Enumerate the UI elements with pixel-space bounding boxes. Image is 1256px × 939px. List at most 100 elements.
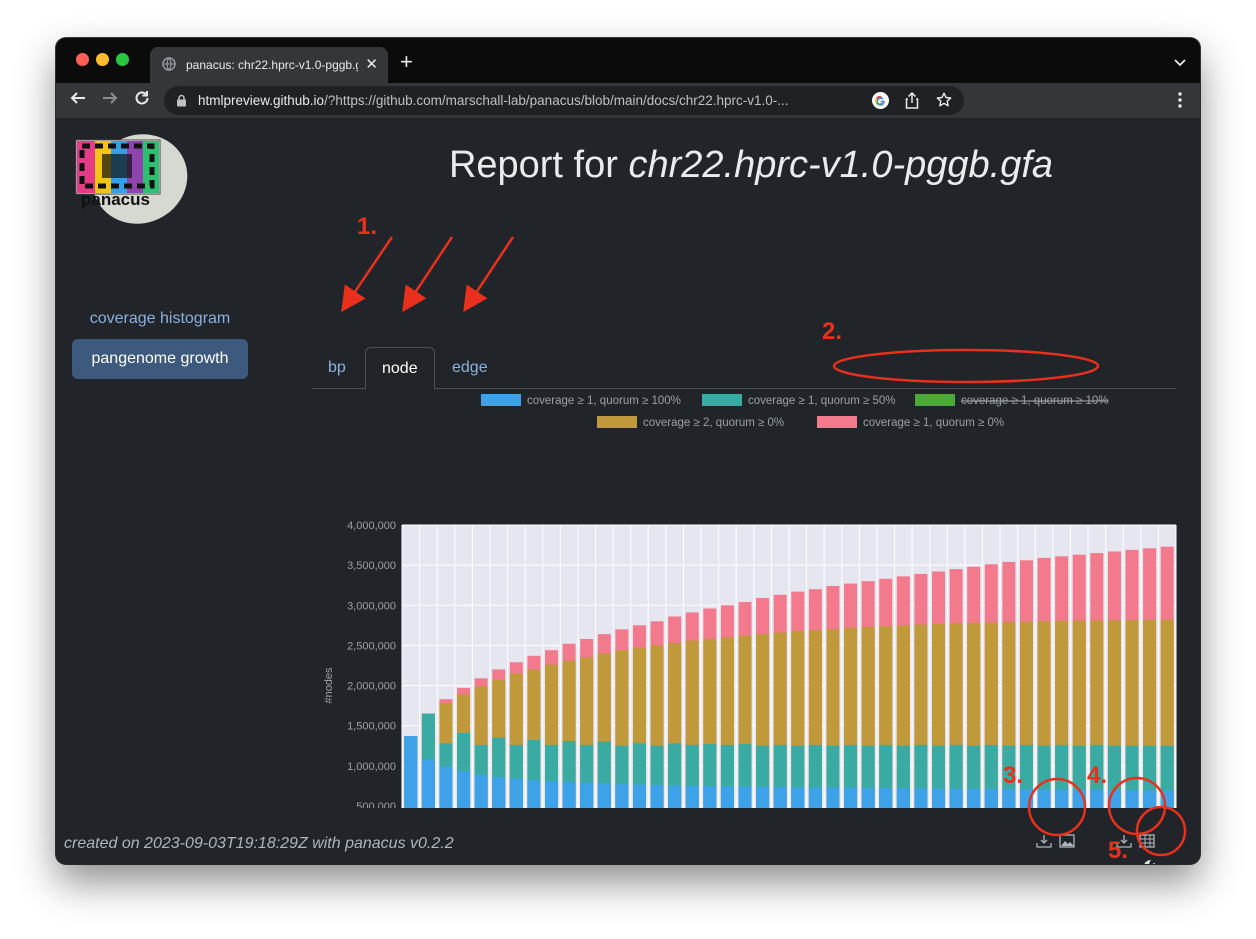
legend-label: coverage ≥ 1, quorum ≥ 50% <box>748 395 896 407</box>
bar-cov1-q100 <box>914 788 928 808</box>
legend-swatch <box>817 416 857 428</box>
bar-cov1-q100 <box>580 782 594 808</box>
y-tick-label: 3,000,000 <box>347 600 396 612</box>
panacus-logo[interactable]: panacus <box>72 132 192 228</box>
download-image-icon[interactable] <box>1036 834 1052 853</box>
bar-cov1-q100 <box>668 785 682 808</box>
bar-cov1-q100 <box>949 788 963 808</box>
lock-icon[interactable] <box>176 94 187 110</box>
bar-cov1-q100 <box>632 784 646 808</box>
tab-bp[interactable]: bp <box>312 347 362 389</box>
bar-cov1-q100 <box>562 781 576 808</box>
close-window-button[interactable] <box>76 53 89 66</box>
title-filename: chr22.hprc-v1.0-pggb.gfa <box>628 144 1054 186</box>
download-table-icon[interactable] <box>1116 834 1132 853</box>
bar-cov1-q100 <box>808 787 822 808</box>
browser-toolbar: htmlpreview.github.io/?https://github.co… <box>56 83 1200 118</box>
page-title: Report for chr22.hprc-v1.0-pggb.gfa <box>306 144 1196 187</box>
legend-swatch <box>597 416 637 428</box>
minimize-window-button[interactable] <box>96 53 109 66</box>
bar-cov1-q100 <box>773 787 787 808</box>
bar-cov1-q100 <box>492 776 506 808</box>
bar-cov1-q100 <box>791 787 805 808</box>
y-tick-label: 1,500,000 <box>347 721 396 733</box>
bar-cov1-q100 <box>1125 790 1139 808</box>
bar-cov1-q100 <box>720 786 734 808</box>
title-prefix: Report for <box>448 144 629 186</box>
y-tick-label: 2,500,000 <box>347 640 396 652</box>
bar-cov1-q100 <box>932 788 946 808</box>
bar-cov1-q100 <box>457 771 471 808</box>
legend-label: coverage ≥ 1, quorum ≥ 0% <box>863 417 1004 429</box>
close-tab-icon[interactable]: ✕ <box>365 55 378 73</box>
bar-cov1-q100 <box>826 787 840 808</box>
legend-swatch <box>915 394 955 406</box>
globe-icon <box>162 57 176 74</box>
reload-icon[interactable] <box>134 90 150 110</box>
bar-cov1-q100 <box>1072 789 1086 808</box>
y-axis-label: #nodes <box>323 667 335 704</box>
legend-label: coverage ≥ 2, quorum ≥ 0% <box>643 417 784 429</box>
bar-cov1-q100 <box>861 787 875 808</box>
footer-created: created on 2023-09-03T19:18:29Z with pan… <box>64 835 454 852</box>
bar-cov1-q100 <box>527 780 541 808</box>
menu-kebab-icon[interactable] <box>1178 92 1182 113</box>
bar-cov1-q100 <box>439 766 453 808</box>
bar-cov1-q100 <box>738 786 752 808</box>
y-tick-label: 2,000,000 <box>347 681 396 693</box>
nav-coverage-histogram[interactable]: coverage histogram <box>72 299 248 339</box>
url-path: /?https://github.com/marschall-lab/panac… <box>324 93 789 108</box>
bar-cov1-q100 <box>1090 789 1104 808</box>
y-tick-label: 1,000,000 <box>347 761 396 773</box>
tab-title: panacus: chr22.hprc-v1.0-pggb.gfa <box>186 58 358 72</box>
bar-cov1-q100 <box>421 759 435 808</box>
growth-tabs: bp node edge <box>312 347 1176 390</box>
bar-cov1-q100 <box>685 785 699 808</box>
y-tick-label: 3,500,000 <box>347 560 396 572</box>
report-page: panacus coverage histogram pangenome gro… <box>56 118 1200 864</box>
browser-tab[interactable]: panacus: chr22.hprc-v1.0-pggb.gfa ✕ <box>150 47 388 83</box>
bar-cov1-q100 <box>984 789 998 808</box>
share-icon[interactable] <box>904 91 920 112</box>
tab-edge[interactable]: edge <box>436 347 504 389</box>
image-icon[interactable] <box>1059 834 1075 853</box>
pangenome-growth-chart: coverage ≥ 1, quorum ≥ 100% coverage ≥ 1,… <box>323 394 1177 808</box>
bar-cov1-q100 <box>545 780 559 808</box>
bar-cov1-q100 <box>844 787 858 808</box>
bar-cov1-q100 <box>1107 790 1121 808</box>
bar-cov1-q100 <box>967 788 981 808</box>
chevron-down-icon[interactable] <box>1174 54 1186 72</box>
bar-cov1-q100 <box>597 783 611 808</box>
url-domain: htmlpreview.github.io <box>198 93 325 108</box>
y-tick-label: 4,000,000 <box>347 520 396 532</box>
new-tab-button[interactable]: + <box>400 49 413 75</box>
forward-icon[interactable] <box>102 90 118 110</box>
legend-swatch <box>702 394 742 406</box>
bar-cov1-q100 <box>896 788 910 808</box>
legend-label: coverage ≥ 1, quorum ≥ 10% <box>961 395 1109 407</box>
bar-cov1-q100 <box>509 778 523 808</box>
bar-cov1-q100 <box>1143 790 1157 808</box>
back-icon[interactable] <box>70 90 86 110</box>
bar-cov1-q100 <box>879 788 893 808</box>
url-text: htmlpreview.github.io/?https://github.co… <box>198 93 868 108</box>
bar-cov1-q100 <box>615 784 629 808</box>
logo-text: panacus <box>81 190 150 209</box>
address-bar[interactable]: htmlpreview.github.io/?https://github.co… <box>164 86 964 115</box>
y-tick-label: 500,000 <box>356 801 396 808</box>
google-icon[interactable] <box>872 92 889 112</box>
bar-cov1-q100 <box>1002 789 1016 808</box>
bar-cov1-q100 <box>1055 789 1069 808</box>
bar-cov1-q100 <box>650 785 664 808</box>
table-icon[interactable] <box>1139 834 1155 853</box>
bar-cov1-q100 <box>474 774 488 808</box>
nav-pangenome-growth[interactable]: pangenome growth <box>72 339 248 379</box>
tab-node[interactable]: node <box>365 347 435 390</box>
bar-cov1-q100 <box>1160 790 1174 808</box>
theme-toggle-icon[interactable] <box>1142 859 1168 864</box>
bar-cov1-q100 <box>756 786 770 808</box>
bar-cov1-q100 <box>1019 789 1033 808</box>
bookmark-star-icon[interactable] <box>936 92 952 111</box>
maximize-window-button[interactable] <box>116 53 129 66</box>
legend-swatch <box>481 394 521 406</box>
